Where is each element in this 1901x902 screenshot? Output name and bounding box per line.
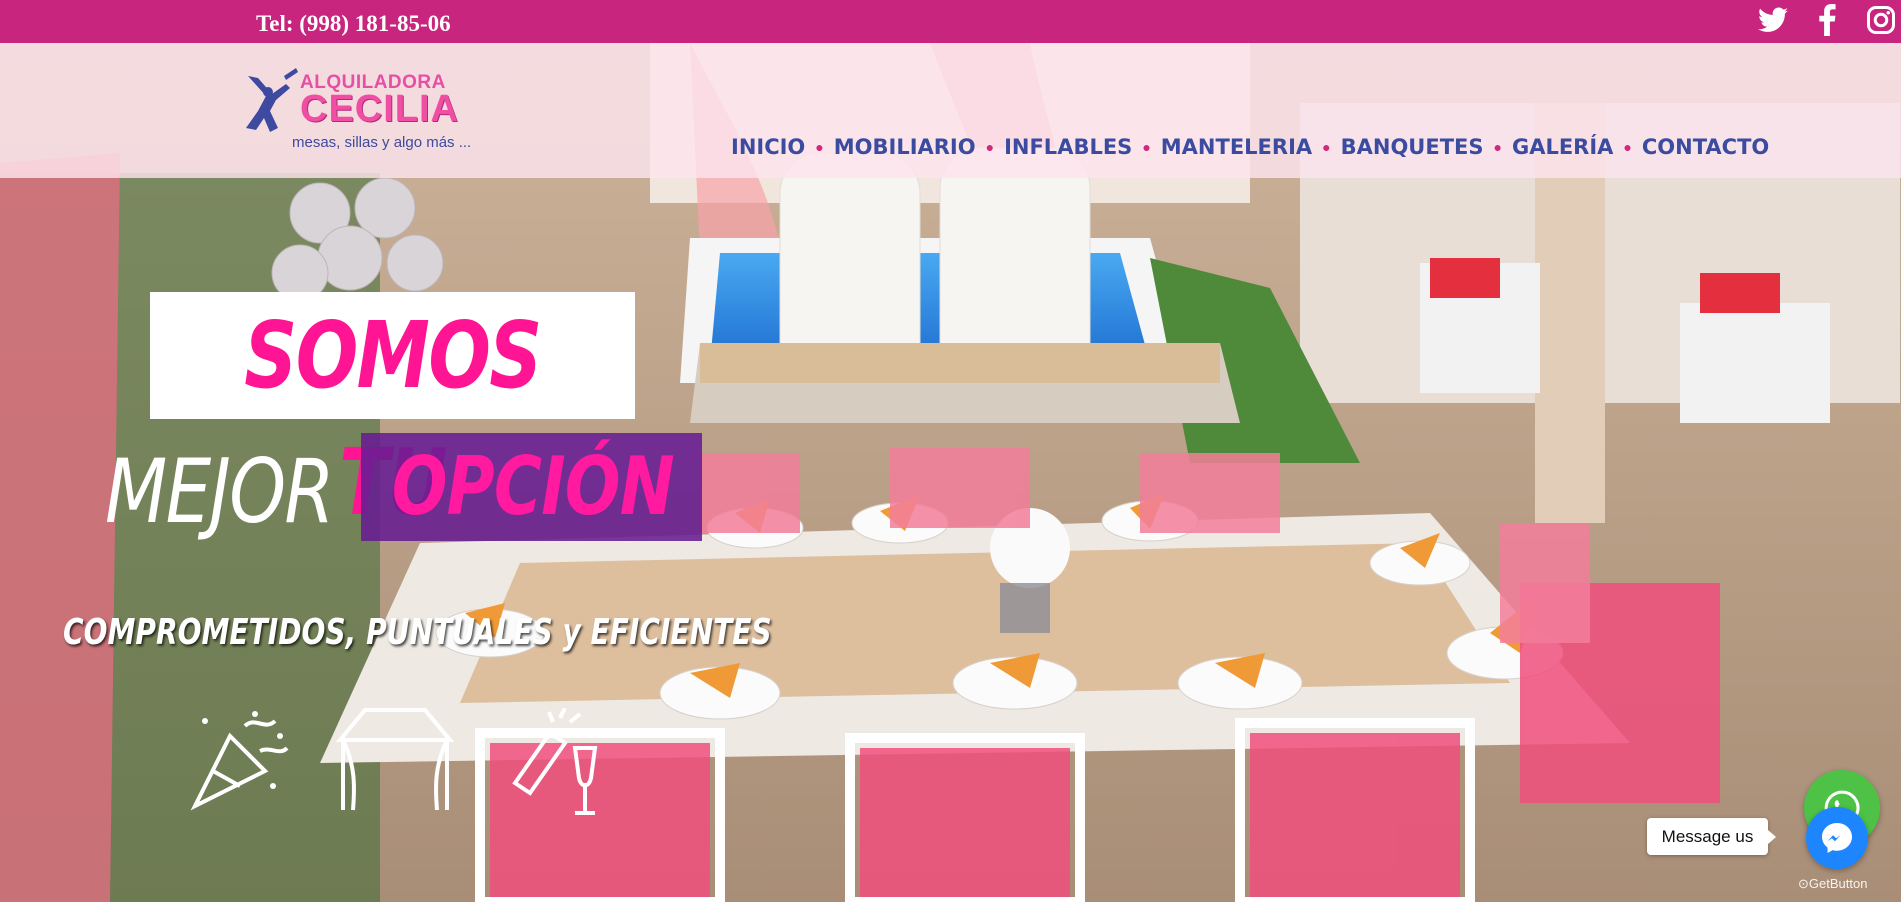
nav-inflables[interactable]: INFLABLES [1004, 135, 1132, 159]
messenger-icon [1822, 823, 1852, 853]
twitter-icon[interactable] [1757, 2, 1789, 38]
logo-line-2: CECILIA [300, 88, 459, 130]
nav-banquetes[interactable]: BANQUETES [1341, 135, 1484, 159]
getbutton-credit[interactable]: ⊙GetButton [1798, 876, 1867, 892]
tent-icon [335, 708, 455, 811]
nav-separator: ● [815, 139, 824, 155]
waiter-figure-icon [246, 68, 298, 132]
nav-separator: ● [1623, 139, 1632, 155]
site-header: ALQUILADORA CECILIA mesas, sillas y algo… [0, 43, 1901, 178]
phone-number[interactable]: Tel: (998) 181-85-06 [256, 11, 451, 37]
messenger-button[interactable] [1806, 807, 1868, 869]
nav-separator: ● [1322, 139, 1331, 155]
top-bar: Tel: (998) 181-85-06 [0, 0, 1901, 43]
instagram-icon[interactable] [1865, 2, 1897, 38]
getbutton-logo-icon: ⊙ [1798, 876, 1809, 891]
nav-separator: ● [985, 139, 995, 155]
nav-contacto[interactable]: CONTACTO [1642, 135, 1769, 159]
message-us-label[interactable]: Message us [1647, 818, 1776, 855]
party-popper-icon [190, 711, 289, 811]
nav-manteleria[interactable]: MANTELERIA [1161, 135, 1312, 159]
headline-1: SOMOS TU [244, 302, 542, 536]
logo-tagline: mesas, sillas y algo más ... [292, 134, 472, 151]
nav-inicio[interactable]: INICIO [731, 135, 805, 159]
nav-separator: ● [1493, 139, 1502, 155]
facebook-icon[interactable] [1811, 2, 1843, 38]
social-links [1757, 2, 1897, 38]
site-logo[interactable]: ALQUILADORA CECILIA mesas, sillas y algo… [238, 66, 488, 161]
getbutton-label: GetButton [1808, 876, 1868, 891]
champagne-toast-icon [512, 708, 598, 815]
main-nav: INICIO ● MOBILIARIO ● INFLABLES ● MANTEL… [731, 135, 1769, 159]
headline-2b: OPCIÓN [391, 440, 675, 533]
nav-galeria[interactable]: GALERÍA [1512, 135, 1613, 159]
subheadline: COMPROMETIDOS, PUNTUALES y EFICIENTES [63, 612, 772, 653]
nav-mobiliario[interactable]: MOBILIARIO [834, 135, 976, 159]
nav-separator: ● [1142, 139, 1151, 155]
headline-2a: MEJOR [105, 440, 335, 543]
